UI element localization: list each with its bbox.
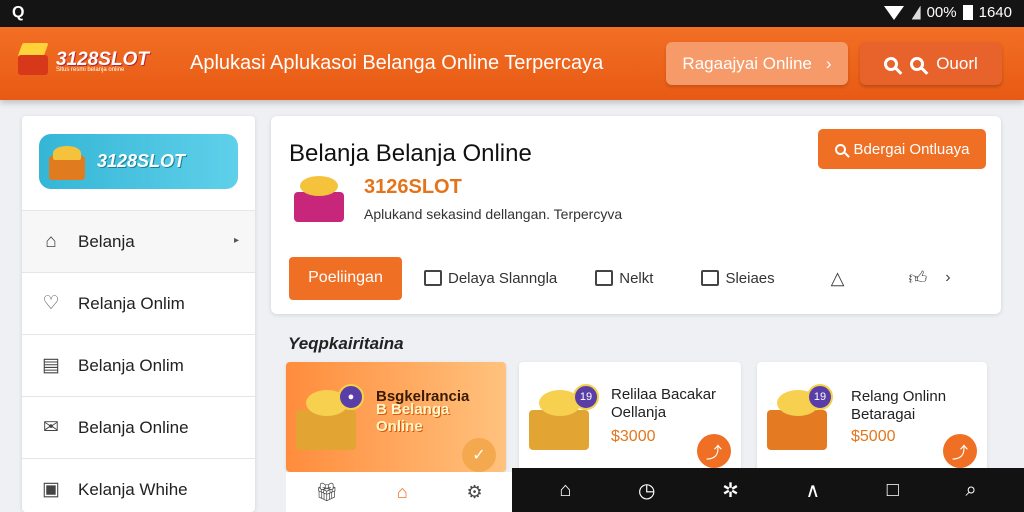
tab-sleiaes[interactable]: Sleiaes — [701, 269, 775, 287]
tray-icon — [424, 270, 442, 286]
film-icon — [595, 270, 614, 286]
product-price: $3000 — [611, 428, 656, 445]
card-action-label: Bdergai Ontluaya — [853, 140, 970, 158]
search-button[interactable]: Ouorl — [860, 42, 1002, 85]
sidebar-logo-text: 3128SLOT — [97, 151, 186, 171]
tag-icon[interactable]: ✓ — [462, 438, 496, 472]
card-description: Aplukand sekasind dellangan. Terpercyva — [364, 206, 623, 222]
bell-icon[interactable]: △ — [831, 268, 845, 289]
sidebar-item-belanja-onlim[interactable]: ▤ Belanja Onlim — [22, 334, 255, 396]
signal-icon — [911, 5, 921, 20]
tab-label: Sleiaes — [725, 269, 775, 287]
status-right: 00% 1640 — [883, 4, 1012, 21]
search-icon — [884, 56, 899, 71]
cube-logo-icon — [16, 43, 50, 77]
sidebar-item-label: Relanja Onlim — [78, 293, 185, 313]
thumbs-up-icon[interactable]: 👍︎ — [908, 267, 927, 289]
card-brand: 3126SLOT — [364, 176, 462, 198]
heart-pin-icon: ♡ — [42, 293, 60, 314]
add-to-cart-icon[interactable]: ⤴ — [697, 434, 731, 468]
sidebar-item-label: Belanja Onlim — [78, 355, 184, 375]
chevron-right-icon: › — [825, 53, 832, 73]
tab-nelkt[interactable]: Nelkt — [595, 270, 653, 287]
sidebar-item-relanja-onlim[interactable]: ♡ Relanja Onlim — [22, 272, 255, 334]
status-bar: Q 00% 1640 — [0, 0, 1024, 27]
sidebar-item-belanja-online[interactable]: ✉ Belanja Online — [22, 396, 255, 458]
section-title: Yeqpkairitaina — [288, 334, 404, 353]
system-nav-bar: ⌂ ◷ ✲ ∧ □ ⌕ — [512, 468, 1024, 512]
tab-label: Delaya Slanngla — [448, 269, 558, 287]
page-title: Belanja Belanja Online — [289, 140, 532, 167]
chevron-right-icon[interactable]: › — [945, 269, 950, 287]
online-button[interactable]: Ragaajyai Online › — [666, 42, 848, 85]
square-icon[interactable]: □ — [887, 479, 899, 502]
up-arrow-icon[interactable]: ∧ — [806, 478, 821, 503]
bag-icon: ▣ — [42, 479, 60, 500]
main-card: Belanja Belanja Online Bdergai Ontluaya … — [271, 116, 1001, 314]
coin-badge-icon: ● — [338, 384, 364, 410]
tab-label: Nelkt — [619, 269, 654, 287]
card-action-button[interactable]: Bdergai Ontluaya — [818, 129, 986, 169]
basket-icon — [45, 142, 89, 182]
sidebar-item-label: Kelanja Whihe — [78, 479, 188, 499]
sidebar-menu: ⌂ Belanja ▸ ♡ Relanja Onlim ▤ Belanja On… — [22, 210, 255, 512]
product-badge: 19 — [807, 384, 833, 410]
sidebar-item-belanja[interactable]: ⌂ Belanja ▸ — [22, 210, 255, 272]
list-icon — [701, 270, 720, 286]
bottom-tab-bar: 🎁︎ ⌂ ⚙ — [286, 472, 512, 512]
tab-primary[interactable]: Poeliingan — [289, 256, 402, 300]
settings-icon[interactable]: ✲ — [722, 478, 739, 503]
search-icon — [834, 143, 846, 155]
product-promo: B Belanga Online — [376, 401, 450, 435]
product-card[interactable]: 19 Relang Onlinn Betaragai $5000 ⤴ — [757, 362, 987, 472]
battery-icon — [962, 5, 973, 20]
product-title: Relilaa Bacakar Oellanja — [611, 386, 717, 421]
sidebar-logo[interactable]: 3128SLOT — [39, 134, 238, 189]
receipt-icon: ▤ — [42, 355, 60, 376]
brand-tagline: Situs resmi belanja online — [56, 67, 125, 73]
clock: 1640 — [978, 4, 1012, 21]
battery-percent: 00% — [926, 4, 957, 21]
home-icon: ⌂ — [45, 230, 57, 252]
online-button-label: Ragaajyai Online — [682, 53, 812, 73]
product-card[interactable]: 19 Relilaa Bacakar Oellanja $3000 ⤴ — [519, 362, 741, 472]
sidebar-item-label: Belanja — [78, 231, 135, 251]
product-title: Relang Onlinn Betaragai — [851, 388, 947, 423]
history-icon[interactable]: ◷ — [638, 478, 655, 503]
product-badge: 19 — [573, 384, 599, 410]
home-icon[interactable]: ⌂ — [559, 479, 571, 502]
caret-icon: ▸ — [233, 235, 239, 246]
add-to-cart-icon[interactable]: ⤴ — [943, 434, 977, 468]
tab-delaya[interactable]: Delaya Slanngla — [424, 270, 557, 287]
sidebar-item-label: Belanja Online — [78, 417, 189, 437]
status-left-icon: Q — [12, 4, 25, 21]
sidebar-item-kelanja-whihe[interactable]: ▣ Kelanja Whihe — [22, 458, 255, 512]
sidebar: 3128SLOT ⌂ Belanja ▸ ♡ Relanja Onlim ▤ B… — [22, 116, 255, 512]
gift-icon[interactable]: 🎁︎ — [315, 482, 338, 503]
card-tabs: Poeliingan Delaya Slanngla Nelkt Sleiaes… — [289, 256, 989, 300]
header-title: Aplukasi Aplukasoi Belanga Online Terper… — [190, 52, 604, 74]
search-button-label: Ouorl — [936, 53, 978, 73]
mail-check-icon: ✉ — [43, 417, 59, 438]
product-card[interactable]: ● Bsgkelrancia B Belanga Online ✓ — [286, 362, 506, 472]
product-price: $5000 — [851, 428, 896, 445]
wifi-icon — [883, 5, 904, 20]
settings-icon[interactable]: ⚙ — [466, 482, 482, 503]
search-alt-icon — [910, 56, 925, 71]
home-icon[interactable]: ⌂ — [397, 482, 408, 503]
search-icon[interactable]: ⌕ — [965, 479, 976, 502]
gift-box-icon — [290, 172, 350, 224]
